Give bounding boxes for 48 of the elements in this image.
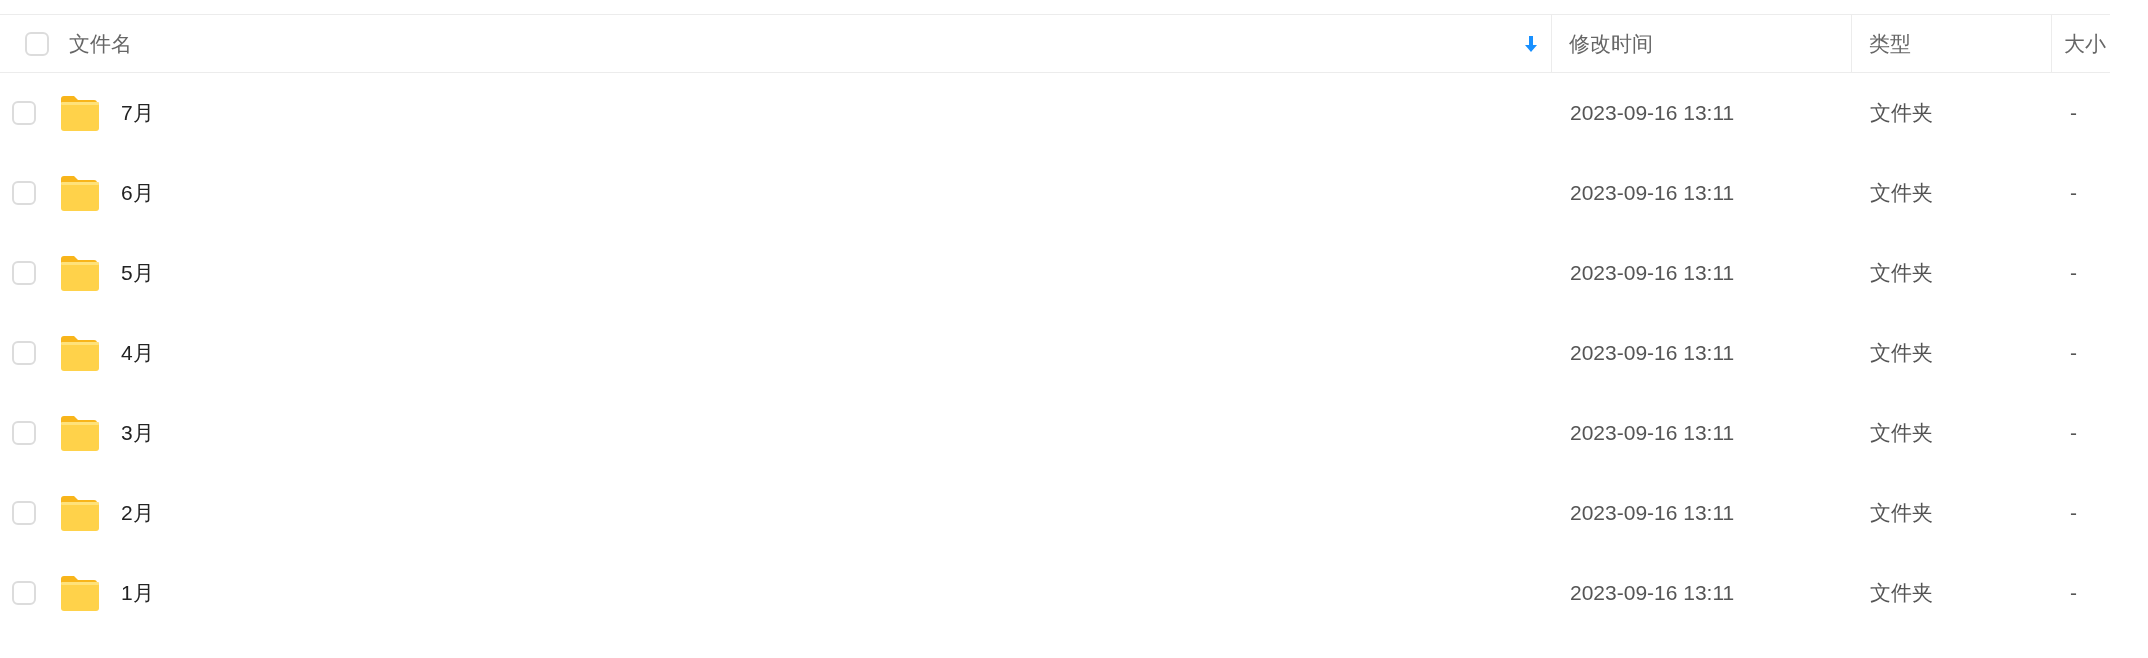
file-name[interactable]: 5月	[121, 257, 154, 289]
table-cell-text: 文件夹	[1869, 180, 1934, 207]
table-cell-text: 文件夹	[1869, 340, 1934, 367]
table-cell-text: 2023-09-16 13:11	[1569, 100, 1736, 127]
checkbox[interactable]	[12, 421, 36, 445]
column-header[interactable]: 修改时间	[1569, 27, 1654, 60]
table-cell-text: -	[2069, 500, 2078, 527]
table-cell-text: 文件夹	[1869, 100, 1934, 127]
table-cell-text: 文件夹	[1869, 260, 1934, 287]
folder-icon	[59, 95, 99, 131]
folder-icon	[59, 255, 99, 291]
folder-icon	[59, 495, 99, 531]
table-cell-text: 2023-09-16 13:11	[1569, 580, 1736, 607]
folder-icon	[59, 175, 99, 211]
table-cell-text: 2023-09-16 13:11	[1569, 180, 1736, 207]
table-cell-text: -	[2069, 100, 2078, 127]
column-header[interactable]: 大小	[2064, 27, 2106, 60]
table-cell-text: -	[2069, 420, 2078, 447]
table-cell-text: -	[2069, 340, 2078, 367]
table-cell-text: 文件夹	[1869, 420, 1934, 447]
file-name[interactable]: 2月	[121, 497, 154, 529]
folder-icon	[59, 415, 99, 451]
checkbox[interactable]	[12, 501, 36, 525]
arrow-down-icon[interactable]	[1524, 34, 1539, 53]
folder-icon	[59, 335, 99, 371]
table-cell-text: 2023-09-16 13:11	[1569, 420, 1736, 447]
column-header[interactable]: 类型	[1869, 27, 1912, 60]
table-cell-text: 2023-09-16 13:11	[1569, 500, 1736, 527]
file-name[interactable]: 7月	[121, 97, 154, 129]
file-name[interactable]: 4月	[121, 337, 154, 369]
checkbox[interactable]	[25, 31, 49, 56]
folder-icon	[59, 575, 99, 611]
table-cell-text: -	[2069, 580, 2078, 607]
column-header[interactable]: 文件名	[69, 27, 1525, 60]
checkbox[interactable]	[12, 261, 36, 285]
checkbox[interactable]	[12, 581, 36, 605]
checkbox[interactable]	[12, 101, 36, 125]
checkbox[interactable]	[12, 181, 36, 205]
file-name[interactable]: 6月	[121, 177, 154, 209]
table-cell-text: -	[2069, 180, 2078, 207]
checkbox[interactable]	[12, 341, 36, 365]
table-cell-text: -	[2069, 260, 2078, 287]
file-name[interactable]: 3月	[121, 417, 154, 449]
table-cell-text: 文件夹	[1869, 580, 1934, 607]
table-cell-text: 2023-09-16 13:11	[1569, 260, 1736, 287]
table-cell-text: 2023-09-16 13:11	[1569, 340, 1736, 367]
file-name[interactable]: 1月	[121, 577, 154, 609]
table-cell-text: 文件夹	[1869, 500, 1934, 527]
